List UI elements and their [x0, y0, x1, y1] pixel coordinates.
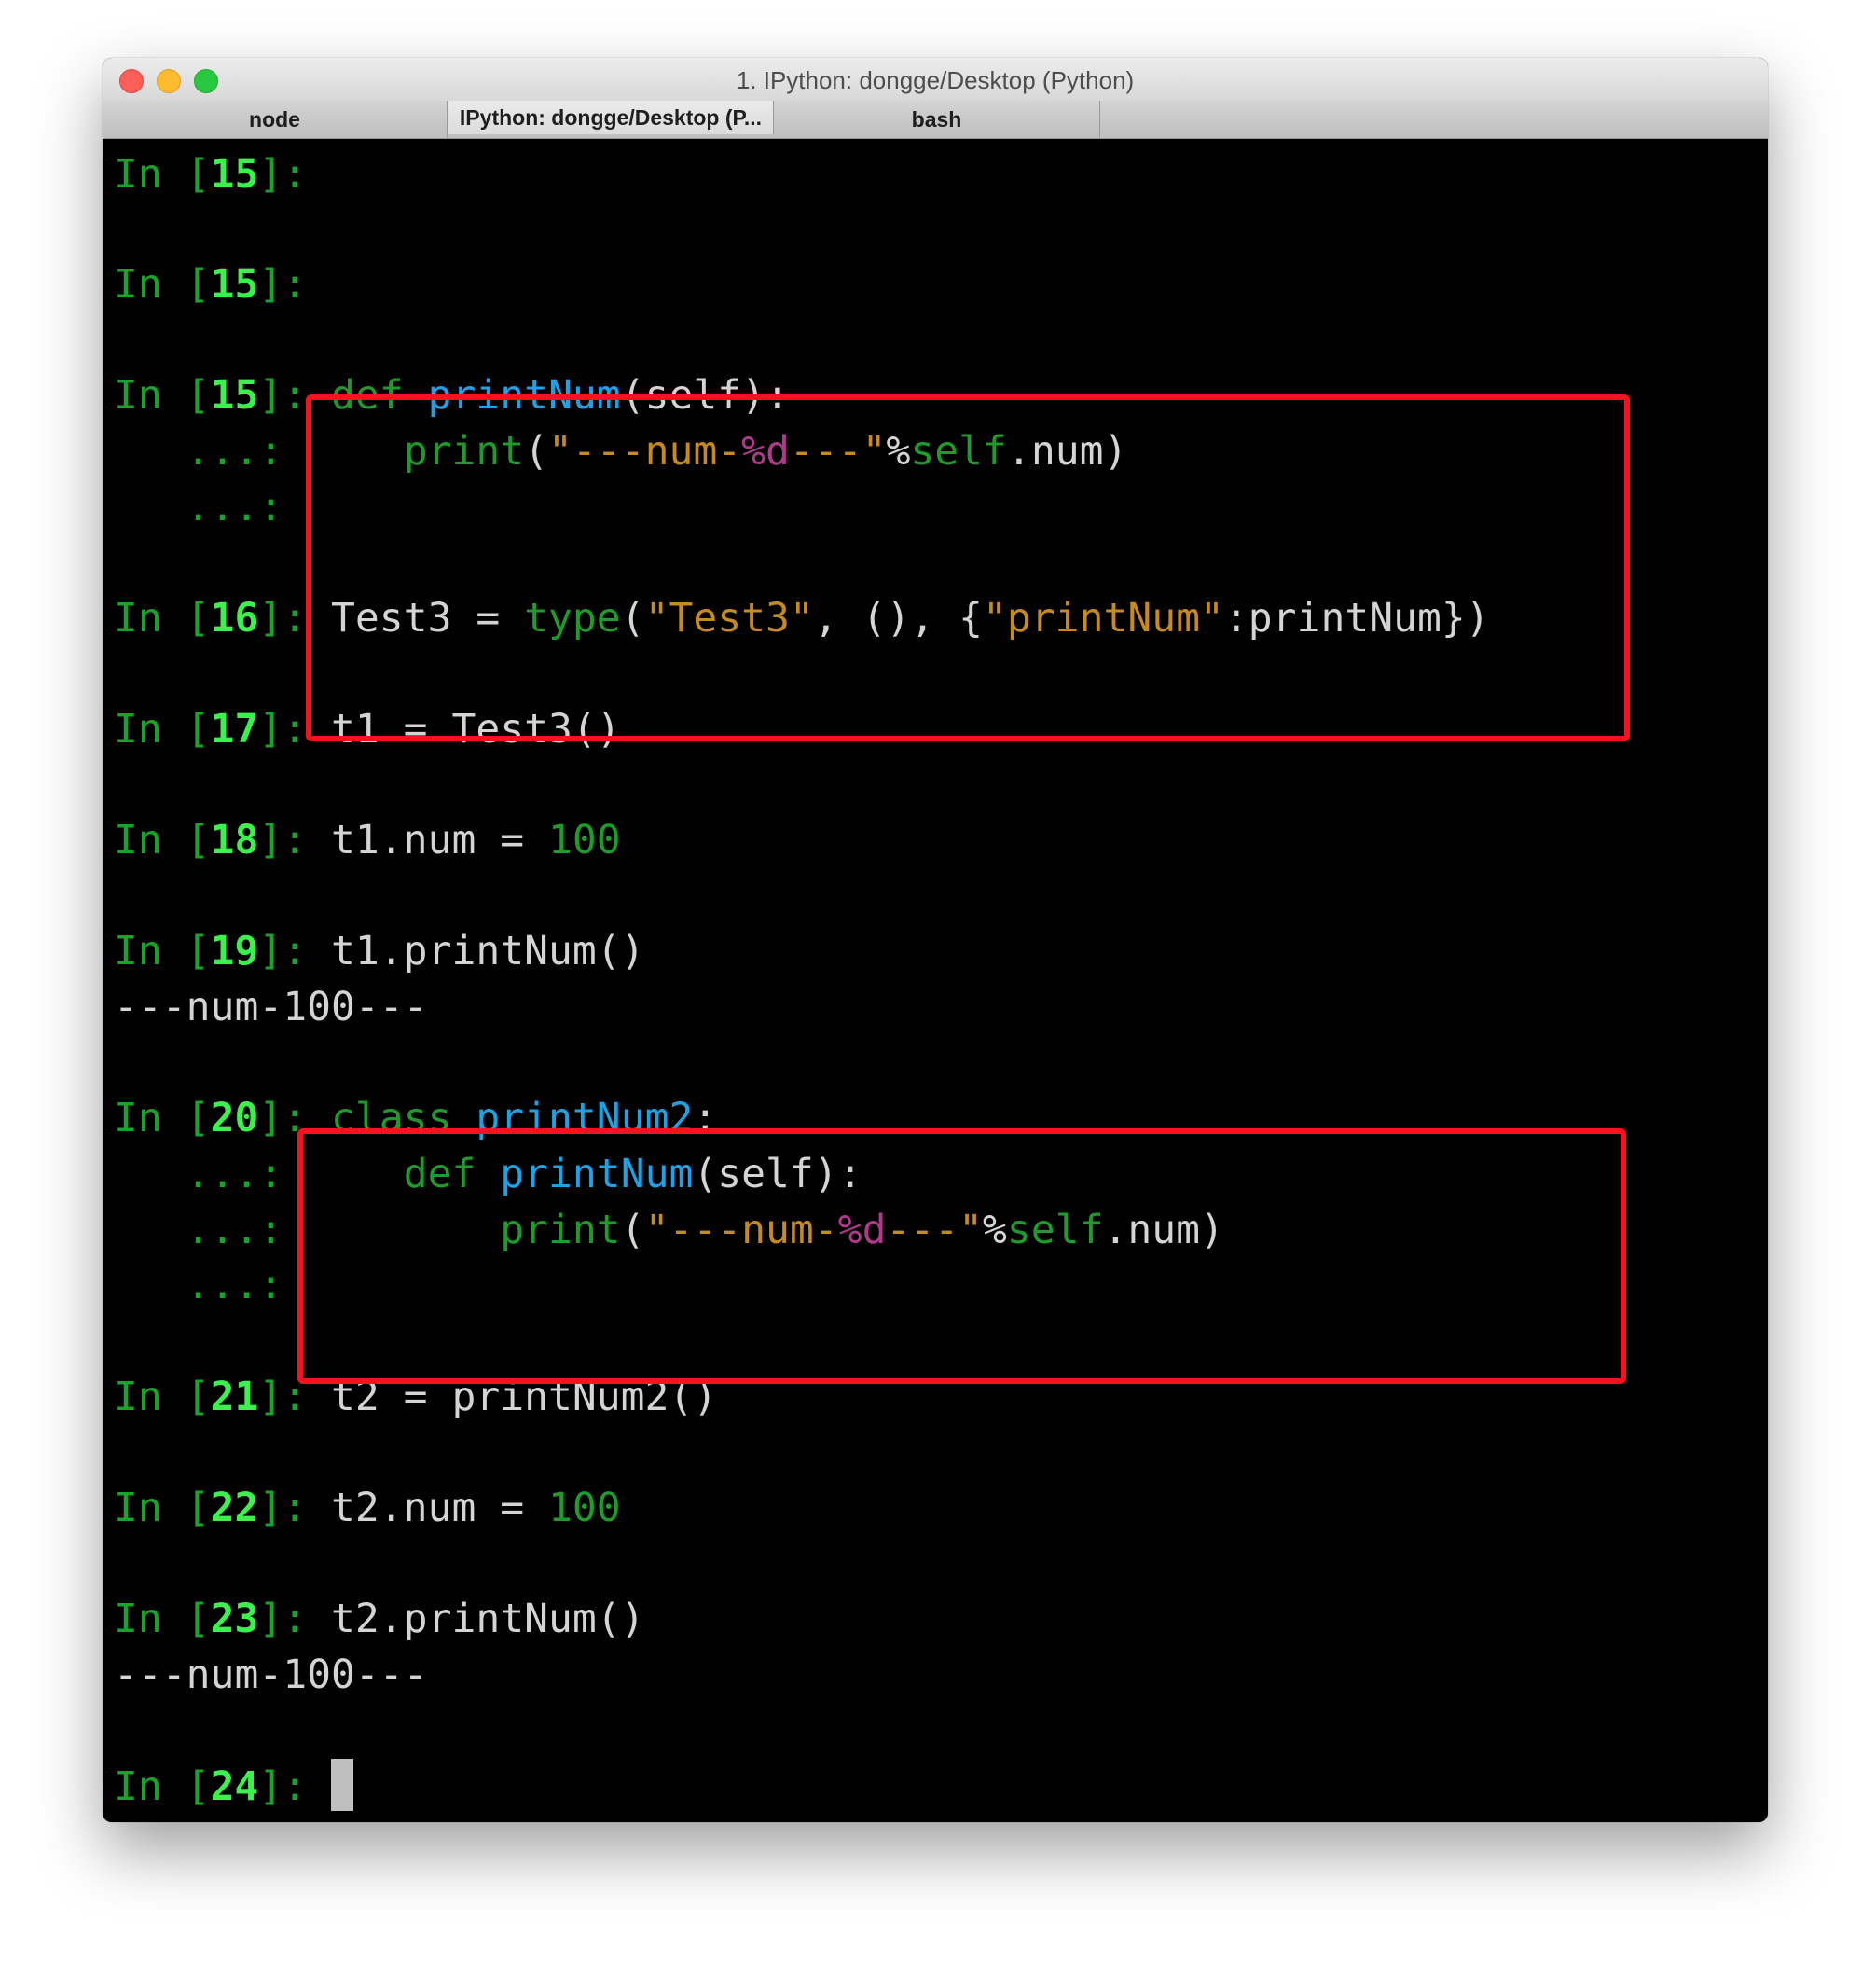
prompt-number: 18: [210, 817, 259, 864]
prompt-close: ]:: [258, 151, 332, 198]
highlight-box-class-definition: [297, 1128, 1626, 1384]
terminal-output[interactable]: In [15]: In [15]: In [15]: def printNum(…: [103, 139, 1768, 1822]
prompt-close: ]:: [258, 1596, 332, 1642]
tab-ipython[interactable]: IPython: dongge/Desktop (P...: [448, 101, 774, 134]
prompt-number: 15: [210, 261, 259, 308]
prompt-close: ]:: [258, 261, 332, 308]
text-cursor: [331, 1759, 354, 1811]
terminal-window: 1. IPython: dongge/Desktop (Python) node…: [103, 58, 1768, 1822]
prompt-number: 15: [210, 151, 259, 198]
number-literal: 100: [548, 817, 621, 864]
prompt-in: In [: [114, 1763, 211, 1810]
prompt-in: In [: [114, 595, 211, 642]
window-title: 1. IPython: dongge/Desktop (Python): [736, 66, 1135, 94]
prompt-number: 19: [210, 928, 259, 975]
tab-node[interactable]: node: [103, 101, 448, 138]
title-bar[interactable]: 1. IPython: dongge/Desktop (Python): [103, 58, 1768, 102]
prompt-number: 20: [210, 1095, 259, 1141]
continuation-line: ...:: [114, 1258, 307, 1312]
prompt-in: In [: [114, 928, 211, 975]
prompt-number: 17: [210, 706, 259, 753]
prompt-in: In [: [114, 372, 211, 419]
input-line: In [18]: t1.num = 100: [114, 813, 621, 867]
tab-bar: node IPython: dongge/Desktop (P... bash: [103, 101, 1768, 139]
prompt-in: In [: [114, 1485, 211, 1531]
prompt-number: 21: [210, 1374, 259, 1420]
code-text: t1.num =: [331, 817, 549, 864]
continuation-line: ...:: [114, 480, 307, 534]
prompt-close: ]:: [258, 817, 332, 864]
prompt-in: In [: [114, 817, 211, 864]
prompt-number: 23: [210, 1596, 259, 1642]
prompt-close: ]:: [258, 1485, 332, 1531]
input-line: In [22]: t2.num = 100: [114, 1481, 621, 1535]
prompt-close: ]:: [258, 928, 332, 975]
prompt-number: 15: [210, 372, 259, 419]
prompt-in: In [: [114, 151, 211, 198]
code-text: t1.printNum(): [331, 928, 645, 975]
prompt-close: ]:: [258, 1763, 332, 1810]
continuation-prompt: ...:: [186, 1151, 308, 1197]
input-line: In [15]:: [114, 257, 331, 311]
prompt-in: In [: [114, 1374, 211, 1420]
code-text: t2.printNum(): [331, 1596, 645, 1642]
output-line: ---num-100---: [114, 1652, 428, 1698]
prompt-in: In [: [114, 261, 211, 308]
input-line: In [23]: t2.printNum(): [114, 1592, 645, 1646]
highlight-box-type-definition: [306, 394, 1630, 741]
continuation-prompt: ...:: [186, 1262, 308, 1308]
input-line: In [19]: t1.printNum(): [114, 924, 645, 978]
code-text: t2.num =: [331, 1485, 549, 1531]
prompt-number: 22: [210, 1485, 259, 1531]
input-line-active[interactable]: In [24]:: [114, 1759, 354, 1813]
continuation-prompt: ...:: [186, 1207, 308, 1253]
prompt-in: In [: [114, 1095, 211, 1141]
output-line: ---num-100---: [114, 984, 428, 1030]
prompt-number: 16: [210, 595, 259, 642]
continuation-prompt: ...:: [186, 484, 308, 531]
prompt-in: In [: [114, 1596, 211, 1642]
prompt-number: 24: [210, 1763, 259, 1810]
number-literal: 100: [548, 1485, 621, 1531]
prompt-in: In [: [114, 706, 211, 753]
input-line: In [15]:: [114, 147, 331, 201]
tab-bash[interactable]: bash: [774, 101, 1100, 138]
continuation-prompt: ...:: [186, 428, 308, 475]
